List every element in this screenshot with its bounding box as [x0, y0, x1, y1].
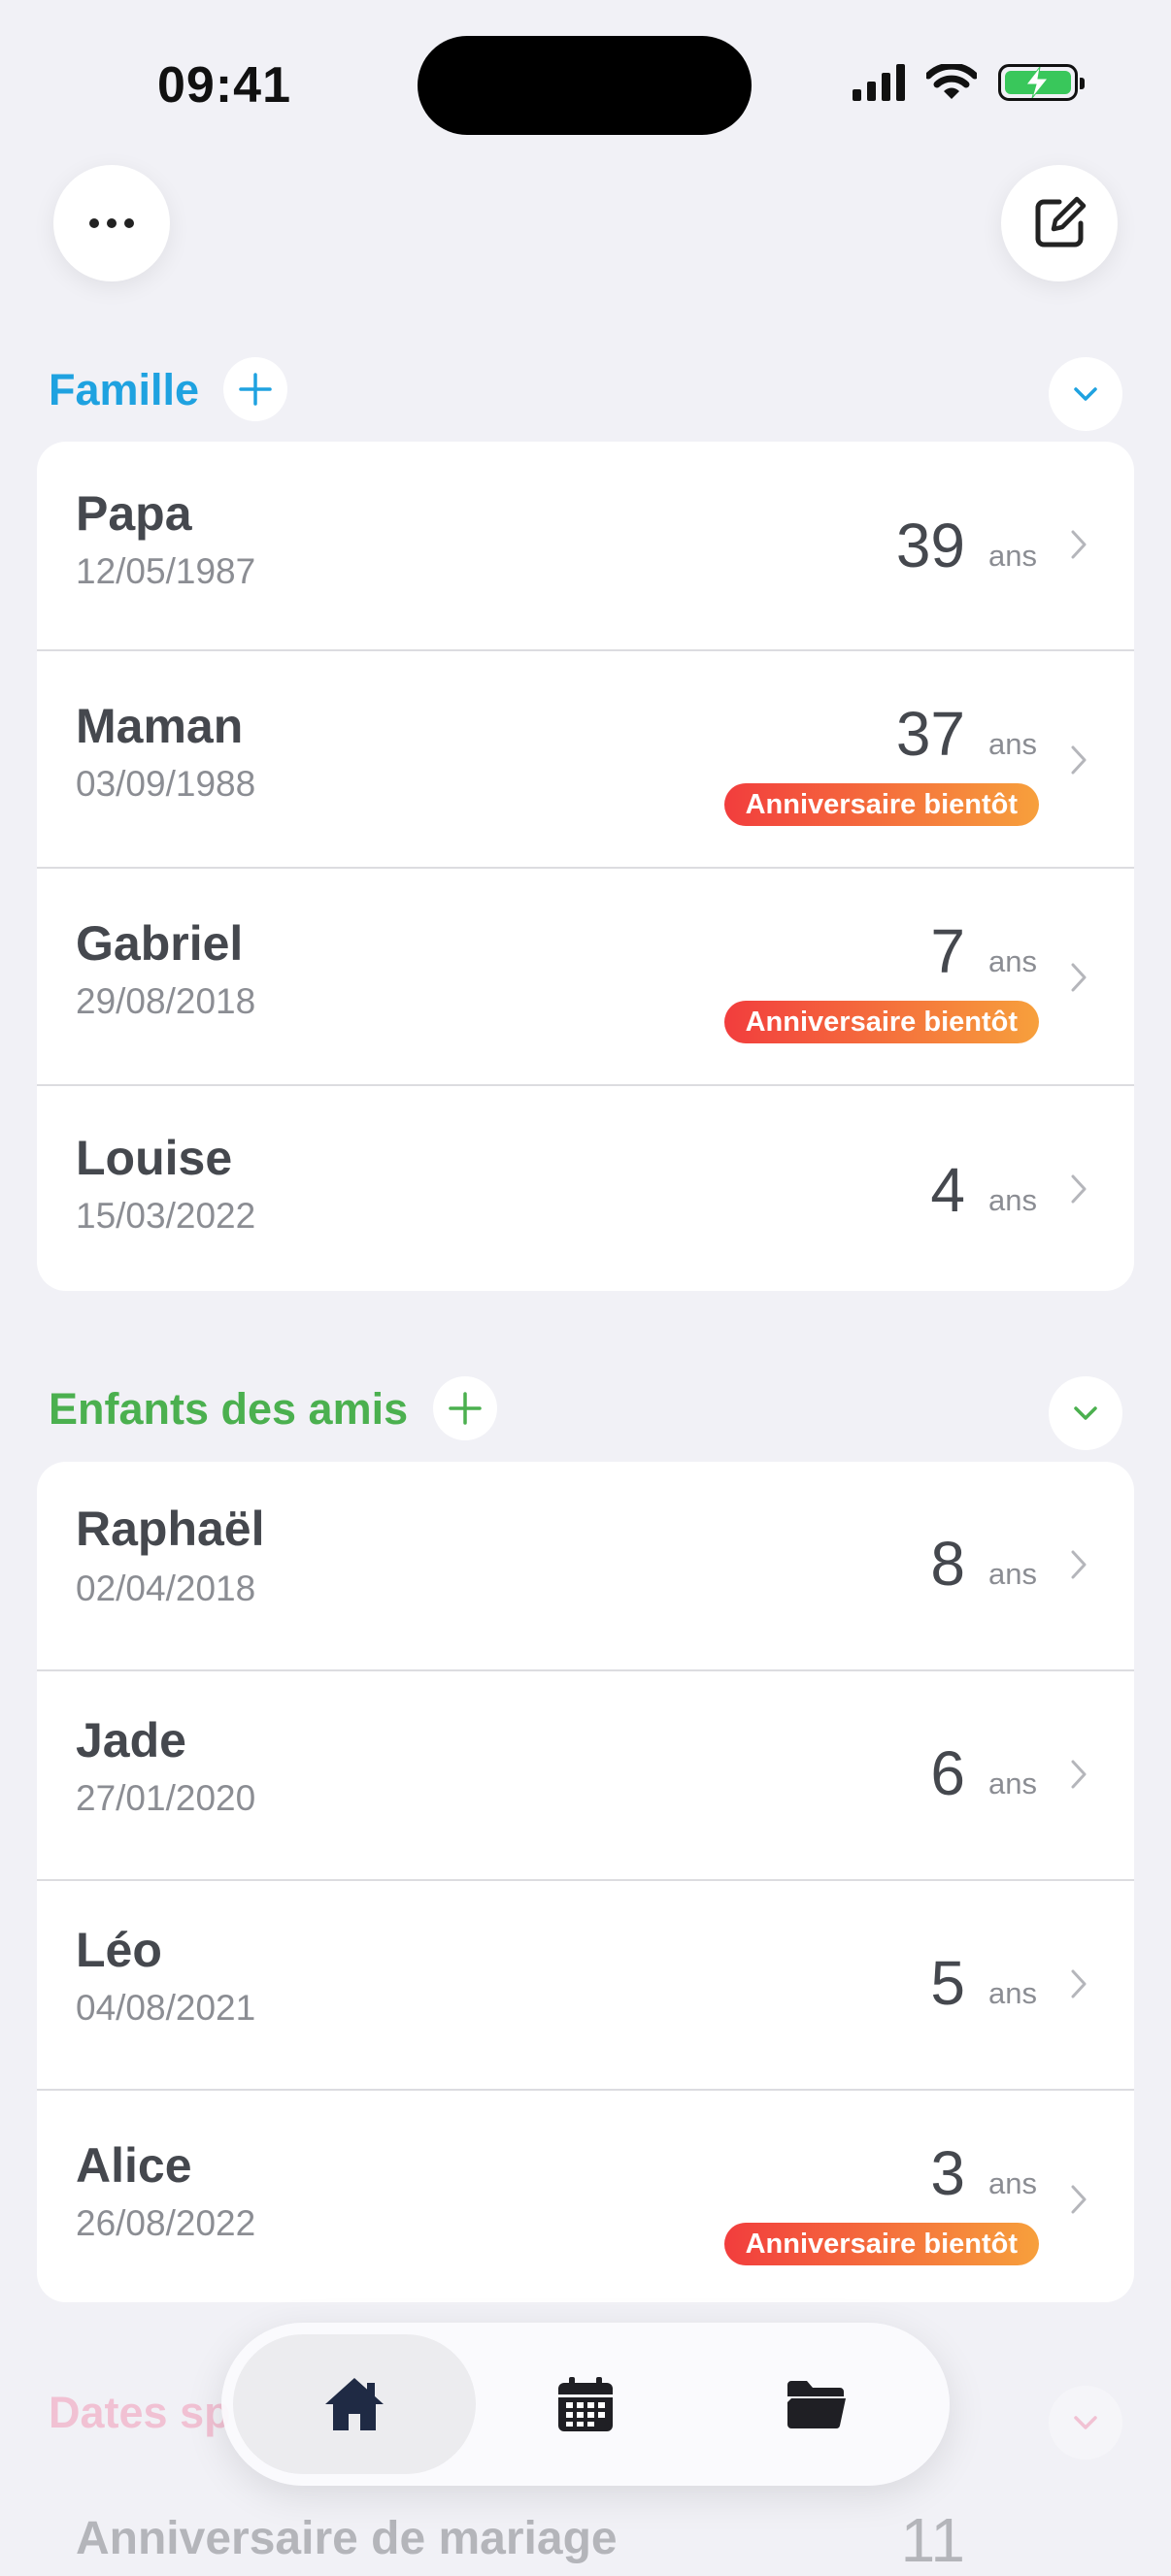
chevron-down-icon [1074, 2416, 1097, 2429]
list-item[interactable]: Papa 12/05/1987 39 ans [37, 442, 1134, 651]
folder-icon [787, 2381, 846, 2429]
birth-date: 03/09/1988 [76, 764, 256, 804]
add-person-button[interactable] [433, 1376, 497, 1440]
age-value: 4 [930, 1155, 965, 1225]
list-item[interactable]: Gabriel 29/08/2018 7 ans Anniversaire bi… [37, 869, 1134, 1086]
birth-date: 04/08/2021 [76, 1988, 256, 2028]
age-unit: ans [988, 2166, 1037, 2200]
dynamic-island [418, 36, 752, 135]
age-unit: ans [988, 1767, 1037, 1800]
add-person-button[interactable] [223, 357, 287, 421]
section-header-famille: Famille [0, 357, 1171, 431]
chevron-right-icon [1071, 1174, 1087, 1204]
person-name: Anniversaire de mariage [76, 2513, 618, 2564]
house-icon [325, 2378, 384, 2430]
birthday-soon-badge: Anniversaire bientôt [723, 1001, 1039, 1043]
chevron-right-icon [1071, 2185, 1087, 2214]
calendar-icon [558, 2377, 613, 2431]
birth-date: 26/08/2022 [76, 2203, 256, 2243]
person-name: Alice [76, 2138, 192, 2193]
age-unit: ans [988, 1557, 1037, 1591]
chevron-down-icon [1074, 1406, 1097, 1420]
status-icons [853, 64, 1085, 101]
age-value: 7 [930, 916, 965, 986]
chevron-down-icon [1074, 387, 1097, 401]
chevron-right-icon [1071, 1969, 1087, 1998]
battery-icon [998, 64, 1085, 101]
tab-bar [221, 2323, 950, 2486]
age-unit: ans [988, 944, 1037, 978]
person-name: Louise [76, 1131, 233, 1185]
chevron-right-icon [1071, 530, 1087, 559]
age-value: 8 [930, 1529, 965, 1599]
section-title: Dates sp [49, 2388, 231, 2437]
collapse-section-button[interactable] [1049, 1376, 1122, 1450]
more-options-button[interactable] [53, 165, 170, 281]
birthday-soon-badge: Anniversaire bientôt [723, 2223, 1039, 2265]
ellipsis-icon [89, 218, 134, 228]
birth-date: 02/04/2018 [76, 1569, 256, 1608]
status-bar: 09:41 [0, 0, 1171, 146]
birth-date: 12/05/1987 [76, 551, 256, 591]
tab-folder[interactable] [695, 2334, 938, 2474]
person-name: Gabriel [76, 916, 244, 971]
age-value: 37 [895, 699, 965, 769]
list-item[interactable]: Raphaël 02/04/2018 8 ans [37, 1462, 1134, 1671]
chevron-right-icon [1071, 745, 1087, 775]
age-unit: ans [988, 539, 1037, 573]
enfants-des-amis-list: Raphaël 02/04/2018 8 ans Jade 27/01/2020… [37, 1462, 1134, 2302]
person-name: Léo [76, 1923, 162, 1977]
person-name: Papa [76, 486, 192, 541]
compose-icon [1035, 196, 1087, 248]
age-value: 11 [900, 2505, 965, 2575]
age-value: 5 [930, 1948, 965, 2018]
age-value: 39 [895, 511, 965, 580]
birth-date: 27/01/2020 [76, 1778, 256, 1818]
birthday-soon-badge: Anniversaire bientôt [723, 783, 1039, 826]
section-header-enfants-des-amis: Enfants des amis [0, 1376, 1171, 1450]
edit-button[interactable] [1001, 165, 1118, 281]
cellular-signal-icon [853, 64, 905, 101]
list-item[interactable]: Louise 15/03/2022 4 ans [37, 1086, 1134, 1291]
plus-icon [239, 373, 272, 406]
person-name: Jade [76, 1713, 186, 1767]
person-name: Maman [76, 699, 244, 753]
collapse-section-button[interactable] [1049, 357, 1122, 431]
tab-home[interactable] [233, 2334, 476, 2474]
plus-icon [449, 1392, 482, 1425]
age-unit: ans [988, 1183, 1037, 1217]
chevron-right-icon [1071, 963, 1087, 992]
age-unit: ans [988, 1976, 1037, 2010]
list-item[interactable]: Maman 03/09/1988 37 ans Anniversaire bie… [37, 651, 1134, 869]
list-item[interactable]: Léo 04/08/2021 5 ans [37, 1881, 1134, 2091]
famille-list: Papa 12/05/1987 39 ans Maman 03/09/1988 … [37, 442, 1134, 1291]
section-title: Enfants des amis [49, 1384, 409, 1434]
section-title: Famille [49, 365, 200, 414]
age-value: 6 [930, 1738, 965, 1808]
status-time: 09:41 [157, 57, 291, 114]
chevron-right-icon [1071, 1550, 1087, 1579]
collapse-section-button[interactable] [1049, 2386, 1122, 2460]
list-item[interactable]: Jade 27/01/2020 6 ans [37, 1671, 1134, 1881]
chevron-right-icon [1071, 1760, 1087, 1789]
birth-date: 29/08/2018 [76, 981, 256, 1021]
wifi-icon [926, 64, 977, 99]
list-item[interactable]: Alice 26/08/2022 3 ans Anniversaire bien… [37, 2091, 1134, 2302]
age-unit: ans [988, 727, 1037, 761]
birth-date: 15/03/2022 [76, 1196, 256, 1236]
tab-calendar[interactable] [464, 2334, 707, 2474]
person-name: Raphaël [76, 1502, 265, 1556]
age-value: 3 [930, 2138, 965, 2208]
